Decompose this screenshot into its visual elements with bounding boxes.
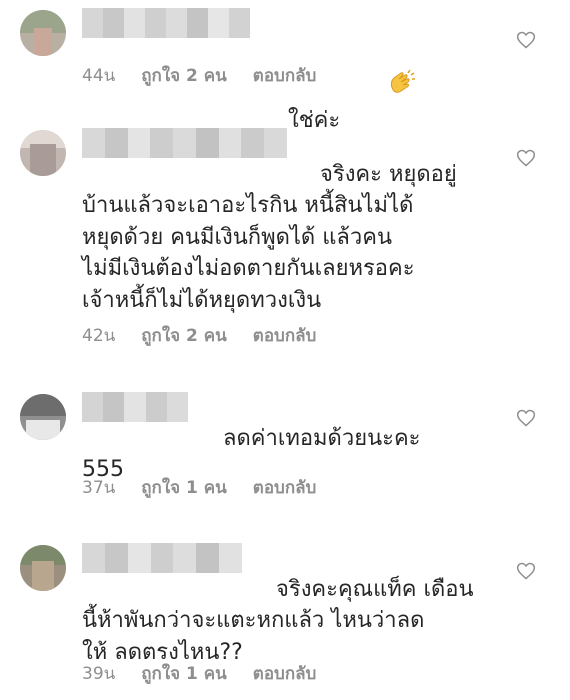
reply-link[interactable]: ตอบกลับ (253, 322, 317, 349)
avatar[interactable] (20, 130, 66, 176)
comment-text: จริงคะ หยุดอยู่ บ้านแล้วจะเอาอะไรกิน หนี… (82, 127, 510, 348)
like-count-link[interactable]: ถูกใจ 1 คน (141, 660, 227, 687)
comment-meta: 42น ถูกใจ 2 คน ตอบกลับ (82, 322, 316, 349)
clap-icon (344, 38, 416, 141)
comment-meta: 39น ถูกใจ 1 คน ตอบกลับ (82, 660, 316, 687)
reply-link[interactable]: ตอบกลับ (253, 62, 317, 89)
avatar[interactable] (20, 394, 66, 440)
like-heart-icon[interactable] (516, 561, 536, 581)
avatar[interactable] (20, 10, 66, 56)
timestamp: 39น (82, 664, 116, 684)
comment-text-content: จริงคะคุณแท็ค เดือน นี้ห้าพันกว่าจะแตะหก… (82, 576, 474, 665)
like-count-link[interactable]: ถูกใจ 2 คน (141, 322, 227, 349)
comment-meta: 37น ถูกใจ 1 คน ตอบกลับ (82, 474, 316, 501)
reply-link[interactable]: ตอบกลับ (253, 660, 317, 687)
timestamp: 42น (82, 326, 116, 346)
reply-link[interactable]: ตอบกลับ (253, 474, 317, 501)
comment-1: ใช่ค่ะ 44น ถูกใจ 2 คน ตอบกลับ (0, 0, 570, 133)
comment-meta: 44น ถูกใจ 2 คน ตอบกลับ (82, 62, 316, 89)
like-heart-icon[interactable] (516, 408, 536, 428)
like-count-link[interactable]: ถูกใจ 2 คน (141, 62, 227, 89)
comment-text-content: จริงคะ หยุดอยู่ บ้านแล้วจะเอาอะไรกิน หนี… (82, 161, 457, 313)
timestamp: 37น (82, 478, 116, 498)
timestamp: 44น (82, 66, 116, 86)
like-count-link[interactable]: ถูกใจ 1 คน (141, 474, 227, 501)
avatar[interactable] (20, 545, 66, 591)
like-heart-icon[interactable] (516, 148, 536, 168)
like-heart-icon[interactable] (516, 30, 536, 50)
